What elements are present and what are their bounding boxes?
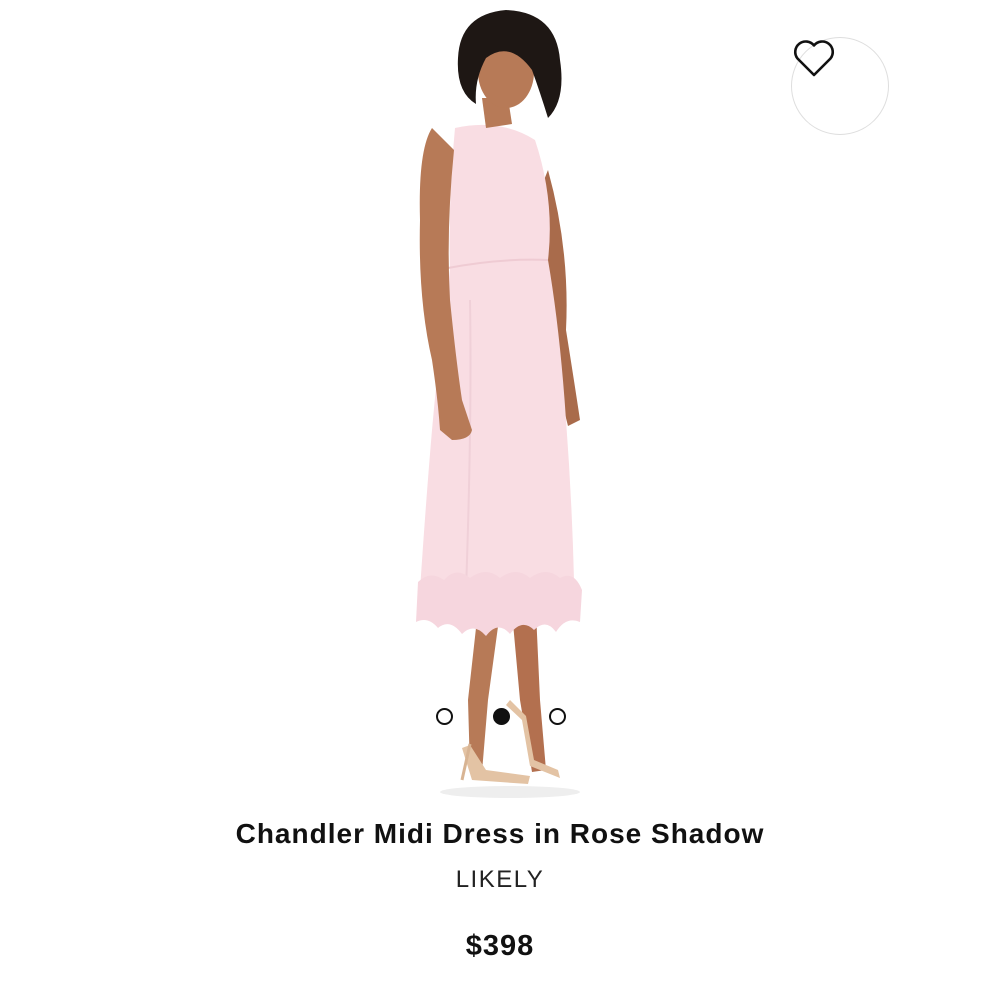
- carousel-dot[interactable]: [549, 707, 566, 725]
- product-title[interactable]: Chandler Midi Dress in Rose Shadow: [0, 818, 1000, 850]
- carousel-pagination: [436, 706, 566, 726]
- product-card[interactable]: Chandler Midi Dress in Rose Shadow LIKEL…: [0, 0, 1000, 1000]
- product-price: $398: [465, 930, 535, 962]
- product-brand[interactable]: LIKELY: [0, 866, 1000, 894]
- heart-outline-icon: [793, 40, 835, 77]
- carousel-dot-active[interactable]: [492, 707, 510, 725]
- product-image[interactable]: [0, 0, 1000, 800]
- favorite-button[interactable]: [791, 37, 889, 135]
- carousel-dot[interactable]: [436, 707, 453, 725]
